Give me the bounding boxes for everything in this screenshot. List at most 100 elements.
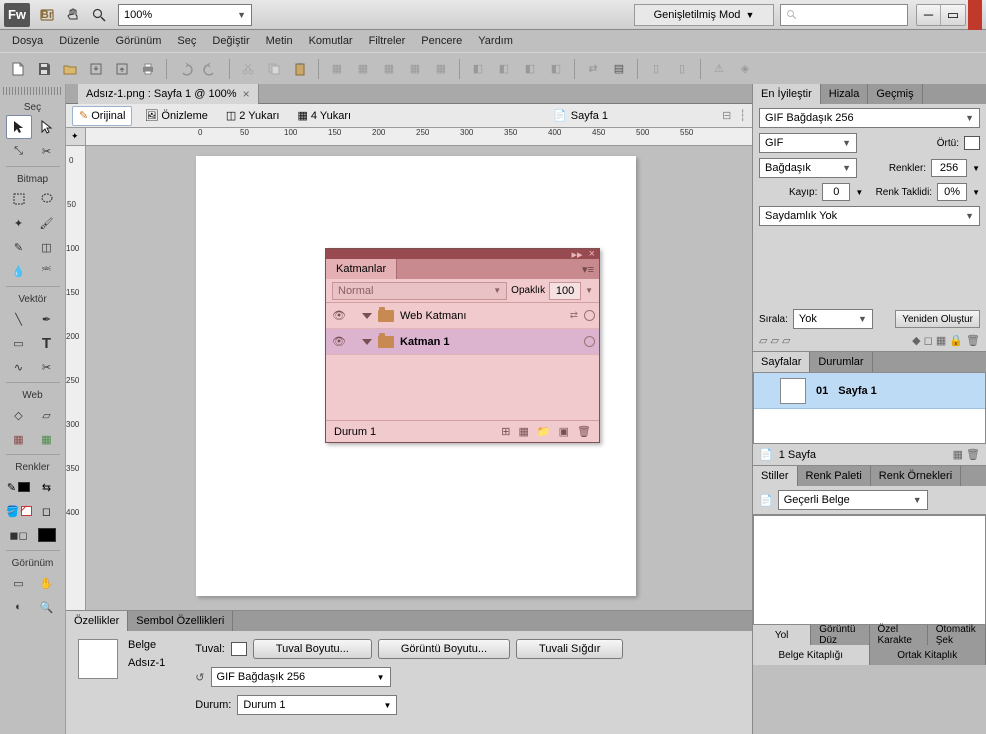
matte-swatch[interactable] [964, 136, 980, 150]
tab-styles[interactable]: Stiller [753, 466, 798, 486]
pencil-tool[interactable]: ✎ [6, 235, 32, 259]
tab-special[interactable]: Özel Karakte [870, 625, 928, 645]
pen-tool[interactable]: ✒ [34, 307, 60, 331]
hotspot-tool[interactable]: ◇ [6, 403, 32, 427]
fill-swatch[interactable]: 🪣 [6, 499, 32, 523]
loss-input[interactable]: 0 [822, 183, 850, 201]
arrange3-icon[interactable]: ◧ [518, 57, 542, 81]
canvas-color-swatch[interactable] [231, 642, 247, 656]
eye-icon[interactable]: 👁 [330, 309, 348, 322]
trash-icon[interactable]: 🗑 [577, 425, 591, 438]
tab-history[interactable]: Geçmiş [868, 84, 922, 104]
select-ring-icon[interactable] [584, 310, 595, 321]
layer-row[interactable]: 👁 Katman 1 [326, 329, 599, 355]
align2-icon[interactable]: ▦ [403, 57, 427, 81]
transparency-select[interactable]: Saydamlık Yok▼ [759, 206, 980, 226]
knife-tool[interactable]: ✂ [34, 355, 60, 379]
tab-palette[interactable]: Renk Paleti [798, 466, 871, 486]
brush-tool[interactable]: 🖌 [34, 211, 60, 235]
share-icon[interactable]: ⇄ [570, 310, 578, 321]
wand-tool[interactable]: ✦ [6, 211, 32, 235]
tab-doclib[interactable]: Belge Kitaplığı [753, 645, 870, 665]
stamp-tool[interactable]: ⎃ [34, 259, 60, 283]
rect-tool[interactable]: ▭ [6, 331, 32, 355]
workspace-mode-select[interactable]: Genişletilmiş Mod ▼ [634, 4, 774, 26]
regenerate-button[interactable]: Yeniden Oluştur [895, 310, 980, 328]
paste-icon[interactable] [288, 57, 312, 81]
document-tab[interactable]: Adsız-1.png : Sayfa 1 @ 100% × [78, 84, 259, 104]
save-icon[interactable] [32, 57, 56, 81]
search-input[interactable] [780, 4, 908, 26]
state-select[interactable]: Durum 1▼ [237, 695, 397, 715]
stroke-swatch[interactable]: ✎ [6, 475, 32, 499]
minimize-button[interactable]: ─ [917, 5, 941, 25]
tab-optimize[interactable]: En İyileştir [753, 84, 821, 104]
tab-swatches[interactable]: Renk Örnekleri [871, 466, 961, 486]
tab-symbol-props[interactable]: Sembol Özellikleri [128, 611, 233, 631]
menu-window[interactable]: Pencere [413, 33, 470, 49]
view-original[interactable]: ✎Orijinal [72, 106, 132, 126]
tab-image[interactable]: Görüntü Düz [811, 625, 869, 645]
align3-icon[interactable]: ▦ [429, 57, 453, 81]
show-tool[interactable]: ▦ [34, 427, 60, 451]
panel-close-icon[interactable]: × [589, 248, 595, 260]
opacity-input[interactable]: 100 [549, 282, 581, 300]
tab-states[interactable]: Durumlar [810, 352, 872, 372]
layers-tab[interactable]: Katmanlar [326, 259, 397, 279]
layout-icon[interactable]: ▤ [607, 57, 631, 81]
group-icon[interactable]: ▦ [325, 57, 349, 81]
preset-select[interactable]: GIF Bağdaşık 256▼ [759, 108, 980, 128]
blend-mode-select[interactable]: Normal▼ [332, 282, 507, 300]
arrange1-icon[interactable]: ◧ [466, 57, 490, 81]
menu-help[interactable]: Yardım [470, 33, 521, 49]
zoom-select[interactable]: 100% ▼ [118, 4, 252, 26]
lasso-tool[interactable] [34, 187, 60, 211]
dither-input[interactable]: 0% [937, 183, 967, 201]
layout-icon[interactable]: ⊟ [722, 109, 731, 122]
default-colors[interactable]: ◼◻ [6, 523, 32, 547]
menu-text[interactable]: Metin [258, 33, 301, 49]
ungroup-icon[interactable]: ▦ [351, 57, 375, 81]
close-button[interactable] [968, 0, 982, 30]
color-box[interactable] [34, 523, 60, 547]
slice-tool[interactable]: ▱ [34, 403, 60, 427]
menu-edit[interactable]: Düzenle [51, 33, 107, 49]
ff1-icon[interactable]: ▯ [644, 57, 668, 81]
arrange4-icon[interactable]: ◧ [544, 57, 568, 81]
menu-select[interactable]: Seç [169, 33, 204, 49]
panel-title-bar[interactable]: ▸▸ × [326, 249, 599, 259]
eye-icon[interactable]: 👁 [330, 335, 348, 348]
menu-view[interactable]: Görünüm [108, 33, 170, 49]
panel-menu-icon[interactable]: ▾≡ [577, 263, 599, 276]
scale-tool[interactable]: ⤡ [6, 139, 32, 163]
import-icon[interactable] [84, 57, 108, 81]
line-tool[interactable]: ╲ [6, 307, 32, 331]
screen-mode-tool[interactable]: ▭ [6, 571, 32, 595]
view-4up[interactable]: ▦4 Yukarı [291, 106, 357, 126]
horizontal-ruler[interactable]: 0 50 100 150 200 250 300 350 400 450 500… [86, 128, 752, 146]
palette-select[interactable]: Bağdaşık▼ [759, 158, 857, 178]
blur-tool[interactable]: 💧 [6, 259, 32, 283]
view-2up[interactable]: ◫2 Yukarı [220, 106, 286, 126]
format-select[interactable]: GIF Bağdaşık 256▼ [211, 667, 391, 687]
style-source-select[interactable]: Geçerli Belge▼ [778, 490, 928, 510]
layer-row[interactable]: 👁 Web Katmanı ⇄ [326, 303, 599, 329]
arrange2-icon[interactable]: ◧ [492, 57, 516, 81]
tab-align[interactable]: Hizala [821, 84, 869, 104]
close-icon[interactable]: × [243, 87, 250, 101]
print-icon[interactable] [136, 57, 160, 81]
view-tool1[interactable]: ◐ [6, 595, 32, 619]
redo-icon[interactable] [199, 57, 223, 81]
swap-swatch[interactable]: ⇆ [34, 475, 60, 499]
colors-input[interactable]: 256 [931, 159, 967, 177]
copy-icon[interactable] [262, 57, 286, 81]
tab-autoshape[interactable]: Otomatik Şek [928, 625, 986, 645]
fit-canvas-button[interactable]: Tuvali Sığdır [516, 639, 623, 659]
page-indicator[interactable]: 📄Sayfa 1 [553, 109, 608, 122]
canvas-size-button[interactable]: Tuval Boyutu... [253, 639, 372, 659]
format-select[interactable]: GIF▼ [759, 133, 857, 153]
misc-icon[interactable]: ◈ [733, 57, 757, 81]
new-folder-icon[interactable]: 📁 [537, 425, 551, 438]
new-layer-icon[interactable]: ▦ [519, 425, 529, 438]
undo-icon[interactable] [173, 57, 197, 81]
